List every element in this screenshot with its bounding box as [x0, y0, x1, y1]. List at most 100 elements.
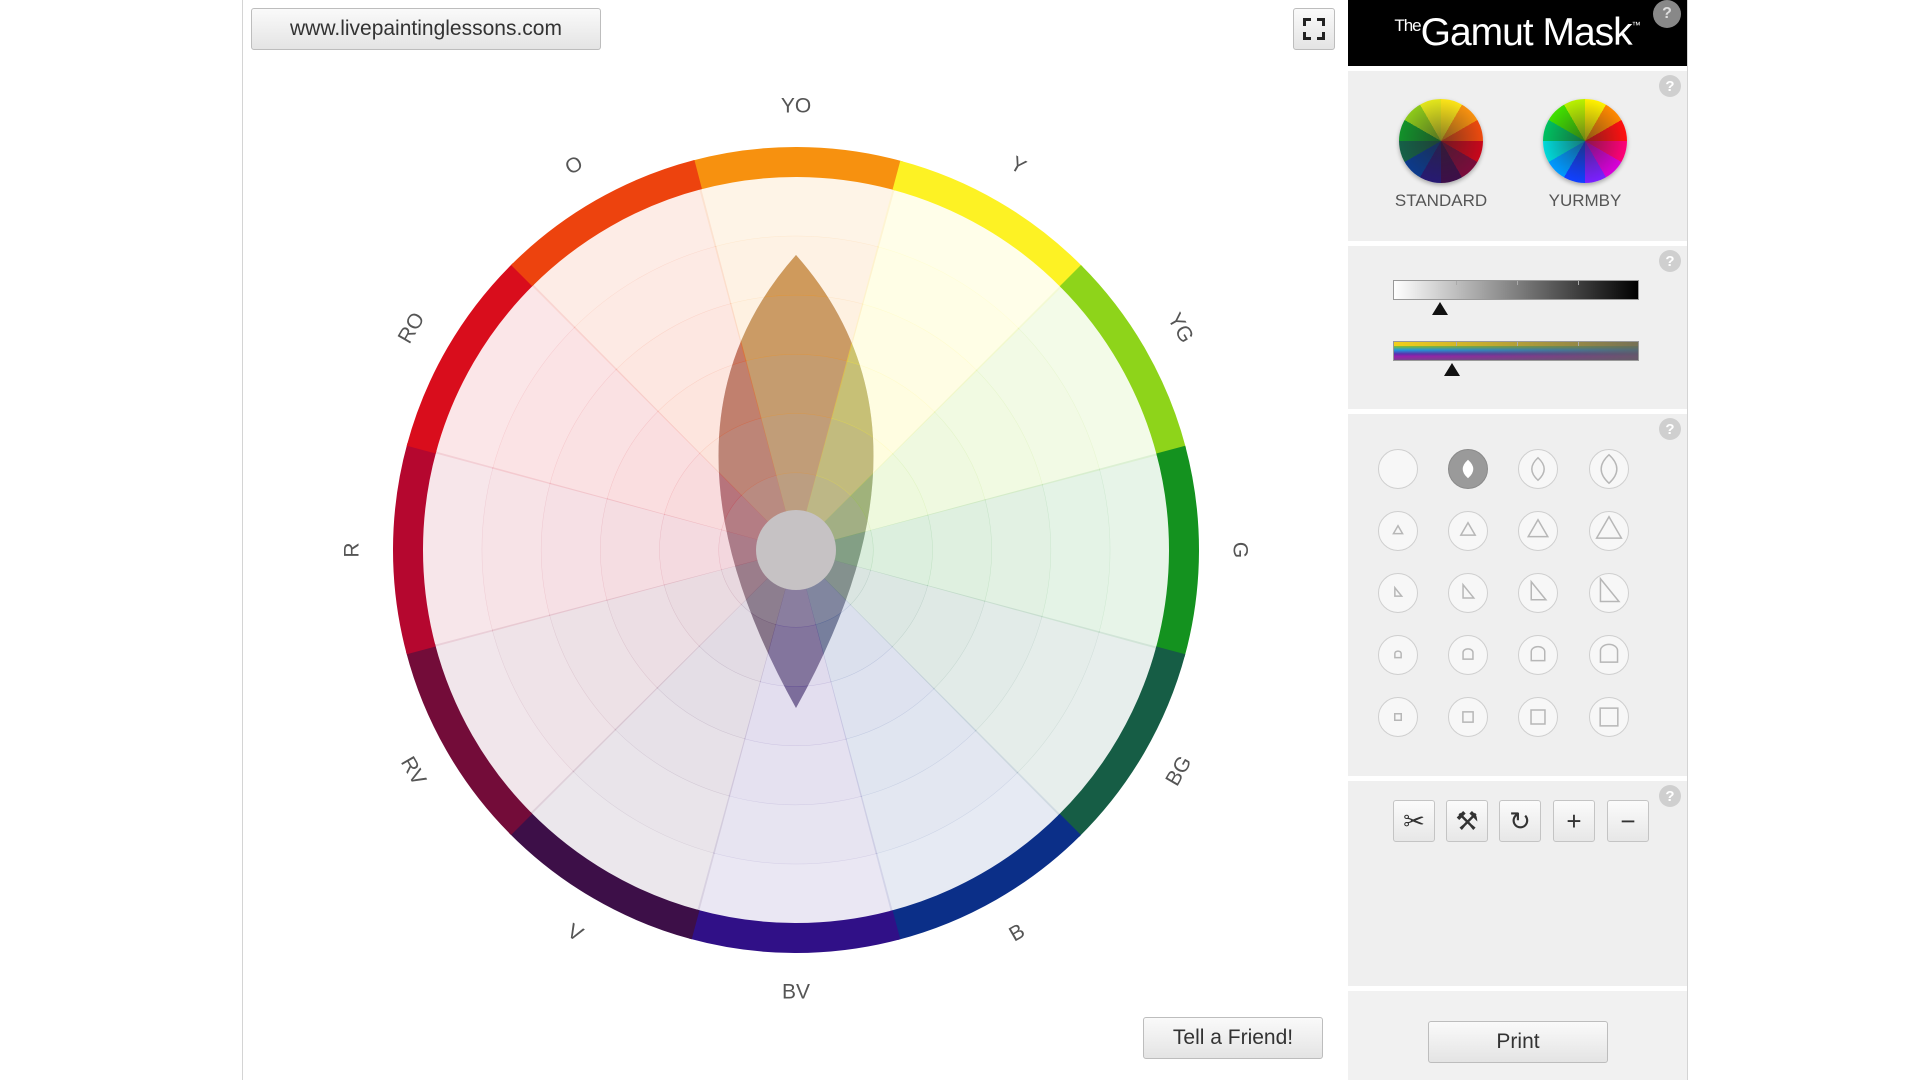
app-title: Gamut Mask: [1420, 11, 1633, 54]
app-title-prefix: The: [1394, 16, 1421, 35]
mask-shape-right-triangle-4[interactable]: [1589, 573, 1629, 613]
rotate-tool-button[interactable]: ↻: [1499, 800, 1541, 842]
mask-shape-tombstone-2[interactable]: [1448, 635, 1488, 675]
wheel-tint-cell: [927, 499, 992, 602]
tombstone-shape-icon: [1599, 643, 1619, 663]
yurmby-wheel-icon: [1543, 99, 1627, 183]
circle-shape-icon: [1381, 452, 1415, 486]
triangle-shape-icon: [1392, 524, 1404, 535]
mask-shape-square-2[interactable]: [1448, 697, 1488, 737]
shape-outline: [1530, 709, 1546, 725]
standard-wheel-option[interactable]: STANDARD: [1381, 99, 1501, 211]
mask-shape-tombstone-4[interactable]: [1589, 635, 1629, 675]
tools-section: ? ✂ ⚒ ↻ + −: [1348, 776, 1687, 986]
help-icon[interactable]: ?: [1653, 0, 1681, 28]
help-icon[interactable]: ?: [1659, 75, 1681, 97]
right-triangle-shape-icon: [1530, 579, 1548, 601]
saturation-gradient: [1394, 342, 1638, 360]
hue-label: BV: [782, 981, 810, 1004]
mask-shape-circle-4[interactable]: [1589, 449, 1629, 489]
print-button[interactable]: Print: [1428, 1021, 1608, 1063]
saturation-slider-track[interactable]: [1393, 341, 1639, 361]
hue-label: B: [1005, 919, 1029, 946]
triangle-shape-icon: [1459, 521, 1477, 536]
mask-shape-triangle-3[interactable]: [1518, 511, 1558, 551]
zoom-in-button[interactable]: +: [1553, 800, 1595, 842]
slider-tick: [1578, 281, 1579, 285]
mask-shape-square-3[interactable]: [1518, 697, 1558, 737]
rotate-icon: ↻: [1509, 805, 1531, 836]
shape-outline: [1393, 712, 1403, 722]
shape-outline: [1599, 707, 1619, 727]
triangle-shape-icon: [1526, 518, 1550, 538]
mask-shape-right-triangle-2[interactable]: [1448, 573, 1488, 613]
paint-tool-button[interactable]: ⚒: [1446, 800, 1488, 842]
slider-tick: [1456, 281, 1457, 285]
value-slider-track[interactable]: [1393, 280, 1639, 300]
help-icon[interactable]: ?: [1659, 418, 1681, 440]
mask-shape-triangle-4[interactable]: [1589, 511, 1629, 551]
hue-label: YG: [1163, 309, 1198, 347]
help-icon[interactable]: ?: [1659, 250, 1681, 272]
mask-shape-square-1[interactable]: [1378, 697, 1418, 737]
circle-shape-icon: [1600, 453, 1618, 485]
help-icon[interactable]: ?: [1659, 785, 1681, 807]
mask-shape-tombstone-1[interactable]: [1378, 635, 1418, 675]
hue-label: Y: [1006, 152, 1030, 179]
slider-tick: [1578, 342, 1579, 346]
yurmby-wheel-option[interactable]: YURMBY: [1525, 99, 1645, 211]
saturation-slider-thumb[interactable]: [1444, 363, 1461, 376]
paint-bucket-icon: ⚒: [1455, 805, 1479, 836]
app-header: The Gamut Mask ™ ?: [1348, 0, 1687, 66]
plus-icon: +: [1566, 805, 1582, 836]
mask-shape-triangle-2[interactable]: [1448, 511, 1488, 551]
shape-outline: [1462, 648, 1474, 660]
slider-tick: [1456, 342, 1457, 346]
shape-outline: [1530, 645, 1546, 662]
square-shape-icon: [1599, 707, 1619, 727]
cut-tool-button[interactable]: ✂: [1393, 800, 1435, 842]
mask-shape-circle-1[interactable]: [1378, 449, 1418, 489]
tell-a-friend-button[interactable]: Tell a Friend!: [1143, 1017, 1323, 1059]
shape-outline: [1600, 453, 1618, 485]
square-shape-icon: [1393, 712, 1403, 722]
hue-label: O: [561, 151, 587, 179]
tombstone-shape-icon: [1530, 645, 1546, 662]
gamut-color-wheel[interactable]: YO Y YG G BG B BV V RV R RO O: [243, 0, 1348, 1080]
mask-shape-circle-3[interactable]: [1518, 449, 1558, 489]
gamut-mask-cell: [745, 354, 848, 419]
mask-shape-right-triangle-3[interactable]: [1518, 573, 1558, 613]
slider-tick: [1517, 342, 1518, 346]
mask-shape-triangle-1[interactable]: [1378, 511, 1418, 551]
wheel-tint-cell: [481, 467, 551, 632]
color-wheel-canvas: www.livepaintinglessons.com YO Y YG G BG B BV V…: [243, 0, 1348, 1080]
hue-label: RO: [394, 309, 430, 348]
shape-outline: [1459, 521, 1477, 536]
minus-icon: −: [1620, 805, 1636, 836]
square-shape-icon: [1462, 711, 1474, 723]
yurmby-wheel-label: YURMBY: [1548, 191, 1622, 210]
right-triangle-shape-icon: [1394, 585, 1404, 597]
standard-wheel-label: STANDARD: [1394, 191, 1488, 210]
slider-section: ?: [1348, 241, 1687, 409]
value-slider-thumb[interactable]: [1431, 302, 1448, 315]
control-panel: The Gamut Mask ™ ? ? STANDARD YURMBY ? ?…: [1348, 0, 1687, 1080]
standard-wheel-icon: [1399, 99, 1483, 183]
zoom-out-button[interactable]: −: [1607, 800, 1649, 842]
mask-shape-circle-2[interactable]: [1448, 449, 1488, 489]
print-section: Print: [1348, 986, 1687, 1080]
mask-shape-square-4[interactable]: [1589, 697, 1629, 737]
hue-label: YO: [781, 95, 811, 118]
mask-shape-right-triangle-1[interactable]: [1378, 573, 1418, 613]
wheel-tint-cell: [1041, 468, 1111, 633]
hue-label: V: [563, 919, 587, 946]
hue-label: BG: [1161, 752, 1196, 790]
wheel-tint-cell: [600, 498, 665, 601]
shape-outline: [1462, 711, 1474, 723]
shape-outline: [1394, 650, 1402, 659]
shape-outline: [1599, 643, 1619, 663]
square-shape-icon: [1530, 709, 1546, 725]
wheel-tint-cell: [540, 482, 608, 617]
mask-shape-tombstone-3[interactable]: [1518, 635, 1558, 675]
mask-shapes-section: ?: [1348, 409, 1687, 776]
